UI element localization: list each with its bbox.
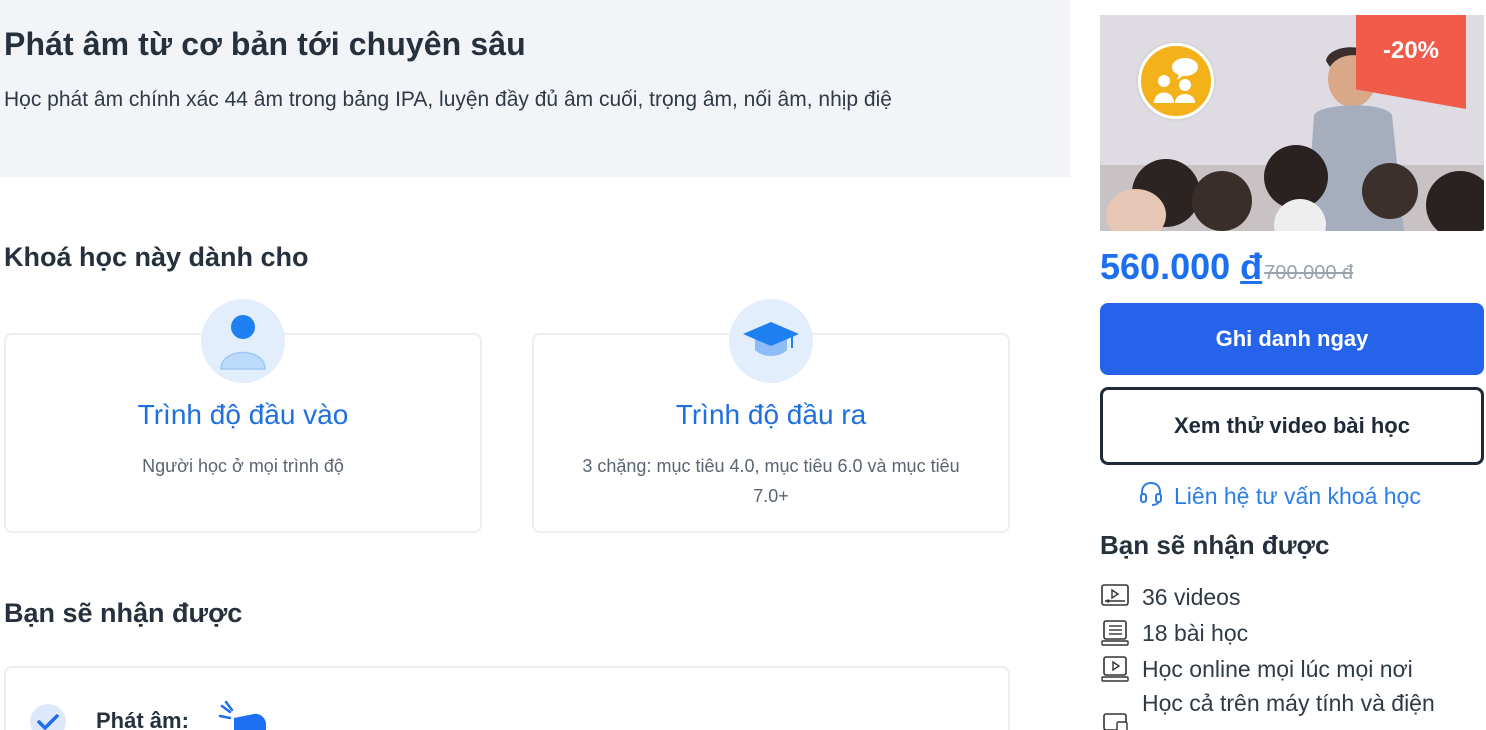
price: 560.000 đ 700.000 đ — [1100, 246, 1353, 288]
pointing-hand-icon — [216, 700, 272, 730]
card-description: Người học ở mọi trình độ — [142, 456, 344, 476]
course-thumbnail[interactable]: -20% — [1100, 15, 1484, 231]
exit-level-card: Trình độ đầu ra 3 chặng: mục tiêu 4.0, m… — [532, 299, 1010, 533]
contact-link[interactable]: Liên hệ tư vấn khoá học — [1138, 480, 1421, 512]
audience-heading: Khoá học này dành cho — [4, 242, 309, 272]
current-price: 560.000 đ — [1100, 246, 1263, 287]
purchase-sidebar: -20% 560.000 đ 700.000 đ Ghi danh ngay Xe… — [1070, 0, 1486, 730]
card-title: Trình độ đầu vào — [137, 399, 349, 430]
user-icon — [201, 299, 285, 383]
card-description: 3 chặng: mục tiêu 4.0, mục tiêu 6.0 và m… — [582, 456, 960, 506]
devices-icon — [1100, 710, 1130, 730]
online-play-icon — [1100, 654, 1130, 684]
benefit-title: Phát âm: — [96, 708, 189, 730]
receive-heading: Bạn sẽ nhận được — [1100, 530, 1330, 560]
graduation-cap-icon — [729, 299, 813, 383]
card-title: Trình độ đầu ra — [675, 399, 867, 430]
preview-video-button[interactable]: Xem thử video bài học — [1100, 387, 1484, 465]
lesson-list-icon — [1100, 618, 1130, 648]
course-description: Học phát âm chính xác 44 âm trong bảng I… — [4, 88, 892, 111]
benefits-heading: Bạn sẽ nhận được — [4, 598, 243, 628]
feature-item: 36 videos — [1100, 582, 1240, 612]
feature-item: Học online mọi lúc mọi nơi — [1100, 654, 1413, 684]
benefit-item: Phát âm: — [4, 666, 1010, 730]
original-price: 700.000 đ — [1264, 262, 1354, 284]
breadcrumb[interactable] — [4, 0, 8, 6]
community-logo-icon — [1138, 43, 1214, 119]
video-icon — [1100, 582, 1130, 612]
enroll-button[interactable]: Ghi danh ngay — [1100, 303, 1484, 375]
contact-label: Liên hệ tư vấn khoá học — [1174, 482, 1421, 509]
course-hero: Phát âm từ cơ bản tới chuyên sâu Học phá… — [0, 0, 1070, 177]
feature-item: 18 bài học — [1100, 618, 1248, 648]
page-title: Phát âm từ cơ bản tới chuyên sâu — [4, 26, 526, 62]
check-icon — [30, 704, 66, 730]
headset-icon — [1138, 480, 1164, 512]
feature-item: Học cả trên máy tính và điện — [1100, 690, 1435, 730]
entry-level-card: Trình độ đầu vào Người học ở mọi trình đ… — [4, 299, 482, 533]
